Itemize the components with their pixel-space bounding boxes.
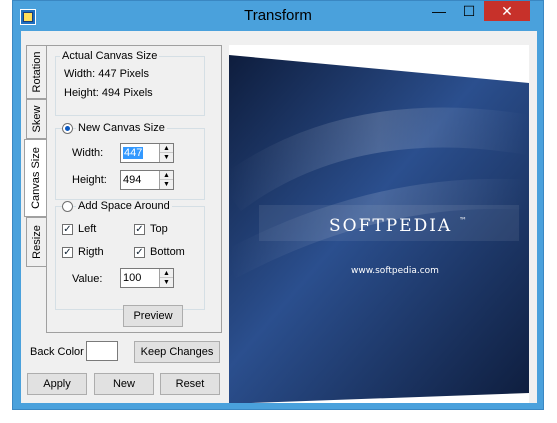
width-spin-arrows[interactable]: ▲ ▼ (159, 144, 173, 162)
arrow-up-icon[interactable]: ▲ (160, 171, 173, 180)
maximize-button[interactable]: ☐ (454, 1, 484, 21)
height-label: Height: (72, 174, 107, 186)
tab-resize-label: Resize (30, 225, 43, 259)
preview-button[interactable]: Preview (123, 305, 183, 327)
apply-button[interactable]: Apply (27, 373, 87, 395)
tab-rotation-label: Rotation (30, 51, 43, 93)
back-color-label: Back Color (30, 346, 84, 358)
value-stepper[interactable]: 100 ▲ ▼ (120, 268, 174, 288)
top-checkbox[interactable]: ✓ (134, 224, 145, 235)
arrow-up-icon[interactable]: ▲ (160, 269, 173, 278)
tab-skew[interactable]: Skew (26, 99, 46, 139)
actual-width-text: Width: 447 Pixels (64, 68, 149, 80)
arrow-down-icon[interactable]: ▼ (160, 153, 173, 162)
actual-canvas-group: Actual Canvas Size Width: 447 Pixels Hei… (55, 50, 205, 116)
keep-changes-button[interactable]: Keep Changes (134, 341, 220, 363)
preview-area: SOFTPEDIA ™ www.softpedia.com (229, 45, 529, 403)
space-around-radio[interactable] (62, 201, 73, 212)
width-label: Width: (72, 147, 104, 159)
height-stepper[interactable]: 494 ▲ ▼ (120, 170, 174, 190)
preview-image: SOFTPEDIA ™ www.softpedia.com (229, 55, 529, 403)
actual-height-text: Height: 494 Pixels (64, 87, 153, 99)
tab-resize[interactable]: Resize (26, 217, 46, 267)
close-button[interactable]: ✕ (484, 1, 530, 21)
actual-canvas-title: Actual Canvas Size (60, 50, 160, 62)
right-checkbox[interactable]: ✓ (62, 247, 73, 258)
tab-skew-label: Skew (30, 105, 43, 133)
value-input[interactable]: 100 (123, 272, 141, 284)
space-around-group: Add Space Around ✓ Left ✓ Top ✓ Rigth ✓ … (55, 200, 205, 310)
bottom-label: Bottom (150, 246, 185, 258)
new-canvas-group: New Canvas Size Width: 447 ▲ ▼ Height: 4… (55, 122, 205, 200)
left-label: Left (78, 223, 97, 235)
brand-trademark: ™ (459, 216, 467, 225)
minimize-button[interactable]: — (424, 1, 454, 21)
new-canvas-label: New Canvas Size (76, 122, 167, 134)
tab-canvas-size-label: Canvas Size (30, 147, 42, 209)
space-around-label: Add Space Around (76, 200, 172, 212)
value-label: Value: (72, 273, 103, 285)
new-canvas-radio[interactable] (62, 123, 73, 134)
width-input[interactable]: 447 (123, 147, 144, 159)
bottom-checkbox[interactable]: ✓ (134, 247, 145, 258)
back-color-swatch[interactable] (86, 341, 118, 361)
brand-url: www.softpedia.com (351, 266, 439, 276)
title-bar: Transform — ☐ ✕ (13, 1, 543, 31)
reset-button[interactable]: Reset (160, 373, 220, 395)
arrow-down-icon[interactable]: ▼ (160, 180, 173, 189)
width-stepper[interactable]: 447 ▲ ▼ (120, 143, 174, 163)
arrow-down-icon[interactable]: ▼ (160, 278, 173, 287)
new-button[interactable]: New (94, 373, 154, 395)
tab-canvas-size[interactable]: Canvas Size (24, 139, 47, 217)
transform-window: Transform — ☐ ✕ Rotation Skew Canvas Siz… (12, 0, 544, 410)
height-input[interactable]: 494 (123, 174, 141, 186)
value-spin-arrows[interactable]: ▲ ▼ (159, 269, 173, 287)
canvas-size-panel: Actual Canvas Size Width: 447 Pixels Hei… (46, 45, 222, 333)
tab-rotation[interactable]: Rotation (26, 45, 46, 99)
brand-logo: SOFTPEDIA (329, 216, 452, 236)
left-checkbox[interactable]: ✓ (62, 224, 73, 235)
right-label: Rigth (78, 246, 104, 258)
arrow-up-icon[interactable]: ▲ (160, 144, 173, 153)
top-label: Top (150, 223, 168, 235)
height-spin-arrows[interactable]: ▲ ▼ (159, 171, 173, 189)
client-area: Rotation Skew Canvas Size Resize Actual … (21, 31, 537, 403)
